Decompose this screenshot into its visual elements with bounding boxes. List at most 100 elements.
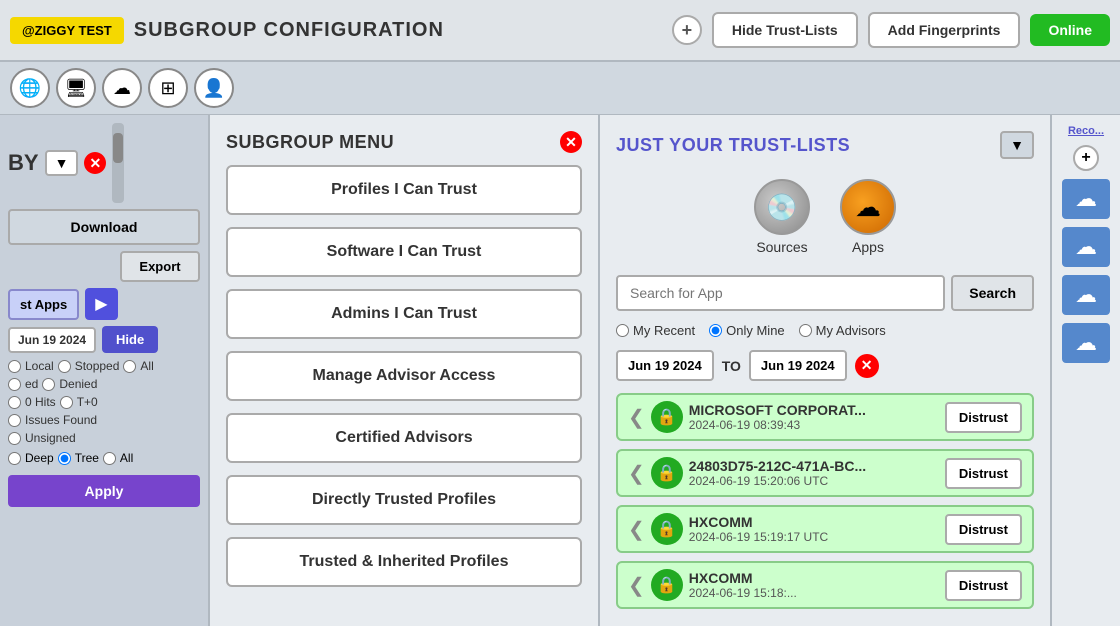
online-button[interactable]: Online — [1030, 14, 1110, 46]
denied-label: Denied — [59, 377, 97, 391]
only-mine-radio[interactable] — [709, 324, 722, 337]
far-right-icon-1[interactable]: ☁ — [1062, 179, 1110, 219]
tree-radio[interactable] — [58, 452, 71, 465]
hide-button[interactable]: Hide — [102, 326, 158, 353]
table-row: ❮ 🔒 24803D75-212C-471A-BC... 2024-06-19 … — [616, 449, 1034, 497]
item-date-3: 2024-06-19 15:18:... — [689, 586, 939, 600]
software-trust-button[interactable]: Software I Can Trust — [226, 227, 582, 277]
chevron-icon-0[interactable]: ❮ — [628, 405, 645, 430]
radio-row-3: 0 Hits T+0 — [8, 395, 200, 409]
profiles-trust-button[interactable]: Profiles I Can Trust — [226, 165, 582, 215]
tplus-label: T+0 — [77, 395, 98, 409]
item-name-3: HXCOMM — [689, 570, 939, 586]
distrust-button-3[interactable]: Distrust — [945, 570, 1022, 601]
icons-row: 💿 Sources ☁ Apps — [616, 171, 1034, 263]
table-row: ❮ 🔒 HXCOMM 2024-06-19 15:19:17 UTC Distr… — [616, 505, 1034, 553]
deep-radio[interactable] — [8, 452, 21, 465]
trusted-apps-button[interactable]: st Apps — [8, 289, 79, 320]
filter-button[interactable]: ▼ — [45, 150, 79, 176]
issues-label: Issues Found — [25, 413, 97, 427]
item-date-1: 2024-06-19 15:20:06 UTC — [689, 474, 939, 488]
far-right-icon-2[interactable]: ☁ — [1062, 227, 1110, 267]
lock-icon-1: 🔒 — [651, 457, 683, 489]
manage-advisor-button[interactable]: Manage Advisor Access — [226, 351, 582, 401]
unsigned-radio[interactable] — [8, 432, 21, 445]
certified-advisors-button[interactable]: Certified Advisors — [226, 413, 582, 463]
far-right-panel: Reco... + ☁ ☁ ☁ ☁ — [1050, 115, 1120, 626]
close-sidebar-button[interactable]: ✕ — [84, 152, 106, 174]
issues-radio[interactable] — [8, 414, 21, 427]
date-from[interactable]: Jun 19 2024 — [616, 350, 714, 381]
radio-group: Local Stopped All ed Denied 0 Hits T+0 — [8, 359, 200, 445]
my-advisors-text: My Advisors — [816, 323, 886, 338]
hide-trust-lists-button[interactable]: Hide Trust-Lists — [712, 12, 858, 48]
subgroup-header: SUBGROUP MENU ✕ — [226, 131, 582, 153]
icon-user[interactable]: 👤 — [194, 68, 234, 108]
user-tag[interactable]: @ZIGGY TEST — [10, 17, 124, 44]
denied-radio[interactable] — [42, 378, 55, 391]
clear-date-button[interactable]: ✕ — [855, 354, 879, 378]
close-subgroup-button[interactable]: ✕ — [560, 131, 582, 153]
add-fingerprints-button[interactable]: Add Fingerprints — [868, 12, 1021, 48]
item-info-3: HXCOMM 2024-06-19 15:18:... — [689, 570, 939, 600]
arrow-button[interactable]: ▶ — [85, 288, 117, 320]
far-right-icon-4[interactable]: ☁ — [1062, 323, 1110, 363]
reco-label[interactable]: Reco... — [1068, 125, 1104, 137]
ed-radio[interactable] — [8, 378, 21, 391]
apply-button[interactable]: Apply — [8, 475, 200, 507]
item-info-1: 24803D75-212C-471A-BC... 2024-06-19 15:2… — [689, 458, 939, 488]
tplus-radio[interactable] — [60, 396, 73, 409]
search-button[interactable]: Search — [951, 275, 1034, 311]
icon-globe[interactable]: 🌐 — [10, 68, 50, 108]
date-to[interactable]: Jun 19 2024 — [749, 350, 847, 381]
only-mine-text: Only Mine — [726, 323, 785, 338]
trust-filter-button[interactable]: ▼ — [1000, 131, 1034, 159]
sources-icon[interactable]: 💿 — [754, 179, 810, 235]
table-row: ❮ 🔒 MICROSOFT CORPORAT... 2024-06-19 08:… — [616, 393, 1034, 441]
sidebar-date: Jun 19 2024 — [8, 327, 96, 353]
sidebar-controls: BY ▼ ✕ — [8, 123, 200, 203]
distrust-button-1[interactable]: Distrust — [945, 458, 1022, 489]
icon-server[interactable]: 🖥 — [56, 68, 96, 108]
admins-trust-button[interactable]: Admins I Can Trust — [226, 289, 582, 339]
chevron-icon-1[interactable]: ❮ — [628, 461, 645, 486]
local-radio[interactable] — [8, 360, 21, 373]
hits-radio[interactable] — [8, 396, 21, 409]
directly-trusted-button[interactable]: Directly Trusted Profiles — [226, 475, 582, 525]
distrust-button-0[interactable]: Distrust — [945, 402, 1022, 433]
trust-title: JUST YOUR TRUST-LISTS — [616, 135, 850, 156]
all1-radio[interactable] — [123, 360, 136, 373]
export-button[interactable]: Export — [120, 251, 200, 282]
my-advisors-label[interactable]: My Advisors — [799, 323, 886, 338]
far-right-icon-3[interactable]: ☁ — [1062, 275, 1110, 315]
icon-grid[interactable]: ⊞ — [148, 68, 188, 108]
depth-row: Deep Tree All — [8, 451, 200, 465]
item-info-2: HXCOMM 2024-06-19 15:19:17 UTC — [689, 514, 939, 544]
to-label: TO — [722, 358, 741, 374]
my-recent-radio[interactable] — [616, 324, 629, 337]
trust-panel: JUST YOUR TRUST-LISTS ▼ 💿 Sources ☁ Apps… — [600, 115, 1050, 626]
local-label: Local — [25, 359, 54, 373]
all-depth-radio[interactable] — [103, 452, 116, 465]
all-depth-label: All — [120, 451, 133, 465]
apps-icon[interactable]: ☁ — [840, 179, 896, 235]
my-advisors-radio[interactable] — [799, 324, 812, 337]
radio-filter-row: My Recent Only Mine My Advisors — [616, 323, 1034, 338]
scrollbar[interactable] — [112, 123, 124, 203]
subgroup-panel: SUBGROUP MENU ✕ Profiles I Can Trust Sof… — [210, 115, 600, 626]
my-recent-label[interactable]: My Recent — [616, 323, 695, 338]
search-input[interactable] — [616, 275, 945, 311]
only-mine-label[interactable]: Only Mine — [709, 323, 785, 338]
distrust-button-2[interactable]: Distrust — [945, 514, 1022, 545]
all1-label: All — [140, 359, 153, 373]
item-name-2: HXCOMM — [689, 514, 939, 530]
icon-cloud[interactable]: ☁ — [102, 68, 142, 108]
stopped-radio[interactable] — [58, 360, 71, 373]
download-button[interactable]: Download — [8, 209, 200, 245]
far-right-plus-button[interactable]: + — [1073, 145, 1099, 171]
lock-icon-3: 🔒 — [651, 569, 683, 601]
trusted-inherited-button[interactable]: Trusted & Inherited Profiles — [226, 537, 582, 587]
chevron-icon-2[interactable]: ❮ — [628, 517, 645, 542]
plus-button[interactable]: + — [672, 15, 702, 45]
chevron-icon-3[interactable]: ❮ — [628, 573, 645, 598]
